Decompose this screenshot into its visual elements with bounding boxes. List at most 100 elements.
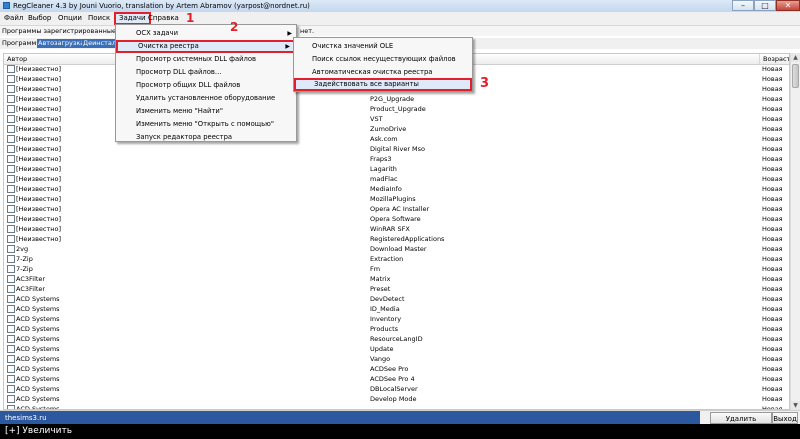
cell-age: Новая bbox=[762, 345, 783, 353]
table-row[interactable]: [Неизвестно] madFlac Новая bbox=[4, 174, 789, 184]
exit-button[interactable]: Выход bbox=[772, 412, 798, 424]
menu-select[interactable]: Выбор bbox=[25, 12, 54, 25]
table-row[interactable]: [Неизвестно] Opera Software Новая bbox=[4, 214, 789, 224]
registry-cleaning-item[interactable]: Поиск ссылок несуществующих файлов bbox=[294, 53, 472, 66]
cell-author: [Неизвестно] bbox=[16, 235, 62, 243]
row-checkbox[interactable] bbox=[7, 375, 15, 383]
table-row[interactable]: AC3Filter Preset Новая bbox=[4, 284, 789, 294]
tasks-menu-item[interactable]: Изменить меню "Найти" bbox=[116, 105, 296, 118]
table-row[interactable]: [Неизвестно] Lagarith Новая bbox=[4, 164, 789, 174]
row-checkbox[interactable] bbox=[7, 205, 15, 213]
table-row[interactable]: ACD Systems ACDSee Pro 4 Новая bbox=[4, 374, 789, 384]
cell-author: [Неизвестно] bbox=[16, 75, 62, 83]
tasks-menu-item[interactable]: Просмотр общих DLL файлов bbox=[116, 79, 296, 92]
row-checkbox[interactable] bbox=[7, 215, 15, 223]
tab-autorun[interactable]: Автозагрузка bbox=[37, 39, 86, 48]
row-checkbox[interactable] bbox=[7, 95, 15, 103]
table-row[interactable]: ACD Systems Products Новая bbox=[4, 324, 789, 334]
row-checkbox[interactable] bbox=[7, 75, 15, 83]
registry-cleaning-item[interactable]: Задействовать все варианты bbox=[294, 78, 472, 91]
row-checkbox[interactable] bbox=[7, 295, 15, 303]
cell-age: Новая bbox=[762, 365, 783, 373]
row-checkbox[interactable] bbox=[7, 115, 15, 123]
row-checkbox[interactable] bbox=[7, 275, 15, 283]
tab-uninstall[interactable]: Деинстал bbox=[82, 39, 118, 48]
row-checkbox[interactable] bbox=[7, 245, 15, 253]
scroll-thumb[interactable] bbox=[792, 64, 799, 88]
table-row[interactable]: 7-Zip Fm Новая bbox=[4, 264, 789, 274]
tasks-menu-item[interactable]: Изменить меню "Открыть с помощью" bbox=[116, 118, 296, 131]
table-row[interactable]: ACD Systems ID_Media Новая bbox=[4, 304, 789, 314]
row-checkbox[interactable] bbox=[7, 255, 15, 263]
row-checkbox[interactable] bbox=[7, 125, 15, 133]
row-checkbox[interactable] bbox=[7, 285, 15, 293]
row-checkbox[interactable] bbox=[7, 225, 15, 233]
row-checkbox[interactable] bbox=[7, 325, 15, 333]
table-row[interactable]: ACD Systems Develop Mode Новая bbox=[4, 394, 789, 404]
table-row[interactable]: [Неизвестно] MediaInfo Новая bbox=[4, 184, 789, 194]
row-checkbox[interactable] bbox=[7, 355, 15, 363]
table-row[interactable]: ACD Systems DevDetect Новая bbox=[4, 294, 789, 304]
row-checkbox[interactable] bbox=[7, 165, 15, 173]
vertical-scrollbar[interactable]: ▲ ▼ bbox=[790, 53, 800, 410]
table-row[interactable]: 2vg Download Master Новая bbox=[4, 244, 789, 254]
table-row[interactable]: ACD Systems Inventory Новая bbox=[4, 314, 789, 324]
column-header-age[interactable]: Возраст bbox=[760, 54, 789, 64]
tasks-menu-item[interactable]: ОСХ задачи ▶ bbox=[116, 27, 296, 40]
tasks-menu-item[interactable]: Просмотр системных DLL файлов bbox=[116, 53, 296, 66]
cell-author: [Неизвестно] bbox=[16, 165, 62, 173]
row-checkbox[interactable] bbox=[7, 315, 15, 323]
minimize-button[interactable]: – bbox=[732, 0, 754, 11]
row-checkbox[interactable] bbox=[7, 335, 15, 343]
table-row[interactable]: ACD Systems Vango Новая bbox=[4, 354, 789, 364]
zoom-link[interactable]: [+] Увеличить bbox=[0, 424, 800, 439]
table-row[interactable]: [Неизвестно] MozillaPlugins Новая bbox=[4, 194, 789, 204]
row-checkbox[interactable] bbox=[7, 305, 15, 313]
row-checkbox[interactable] bbox=[7, 385, 15, 393]
cell-name: Opera Software bbox=[370, 215, 421, 223]
table-row[interactable]: [Неизвестно] WinRAR SFX Новая bbox=[4, 224, 789, 234]
row-checkbox[interactable] bbox=[7, 395, 15, 403]
registry-cleaning-item[interactable]: Очистка значений OLE bbox=[294, 40, 472, 53]
maximize-button[interactable]: □ bbox=[754, 0, 776, 11]
cell-author: ACD Systems bbox=[16, 335, 60, 343]
table-row[interactable]: AC3Filter Matrix Новая bbox=[4, 274, 789, 284]
table-row[interactable]: ACD Systems Update Новая bbox=[4, 344, 789, 354]
row-checkbox[interactable] bbox=[7, 155, 15, 163]
row-checkbox[interactable] bbox=[7, 265, 15, 273]
table-row[interactable]: [Неизвестно] Digital River Mso Новая bbox=[4, 144, 789, 154]
tasks-menu-item[interactable]: Удалить установленное оборудование bbox=[116, 92, 296, 105]
row-checkbox[interactable] bbox=[7, 175, 15, 183]
row-checkbox[interactable] bbox=[7, 145, 15, 153]
table-row[interactable]: [Неизвестно] RegisteredApplications Новая bbox=[4, 234, 789, 244]
menu-options[interactable]: Опции bbox=[55, 12, 85, 25]
row-checkbox[interactable] bbox=[7, 195, 15, 203]
table-row[interactable]: [Неизвестно] Fraps3 Новая bbox=[4, 154, 789, 164]
table-row[interactable]: ACD Systems ResourceLangID Новая bbox=[4, 334, 789, 344]
row-checkbox[interactable] bbox=[7, 135, 15, 143]
row-checkbox[interactable] bbox=[7, 345, 15, 353]
tasks-menu-item[interactable]: Запуск редактора реестра bbox=[116, 131, 296, 144]
scroll-up-icon[interactable]: ▲ bbox=[791, 53, 800, 62]
table-row[interactable]: [Неизвестно] Opera AC Installer Новая bbox=[4, 204, 789, 214]
menu-file[interactable]: Файл bbox=[1, 12, 26, 25]
cell-age: Новая bbox=[762, 285, 783, 293]
table-row[interactable]: ACD Systems DBLocalServer Новая bbox=[4, 384, 789, 394]
registry-cleaning-submenu: Очистка значений OLE Поиск ссылок несущес… bbox=[293, 37, 473, 92]
row-checkbox[interactable] bbox=[7, 235, 15, 243]
row-checkbox[interactable] bbox=[7, 85, 15, 93]
close-button[interactable]: ✕ bbox=[776, 0, 800, 11]
tasks-menu-item[interactable]: Просмотр DLL файлов... bbox=[116, 66, 296, 79]
cell-author: 2vg bbox=[16, 245, 29, 253]
row-checkbox[interactable] bbox=[7, 185, 15, 193]
row-checkbox[interactable] bbox=[7, 65, 15, 73]
menu-search[interactable]: Поиск bbox=[85, 12, 113, 25]
scroll-down-icon[interactable]: ▼ bbox=[791, 401, 800, 410]
table-row[interactable]: ACD Systems ACDSee Pro Новая bbox=[4, 364, 789, 374]
site-label: thesims3.ru bbox=[0, 411, 700, 425]
row-checkbox[interactable] bbox=[7, 365, 15, 373]
tasks-menu-item[interactable]: Очистка реестра ▶ bbox=[116, 40, 296, 53]
table-row[interactable]: 7-Zip Extraction Новая bbox=[4, 254, 789, 264]
delete-button[interactable]: Удалить bbox=[710, 412, 772, 424]
row-checkbox[interactable] bbox=[7, 105, 15, 113]
